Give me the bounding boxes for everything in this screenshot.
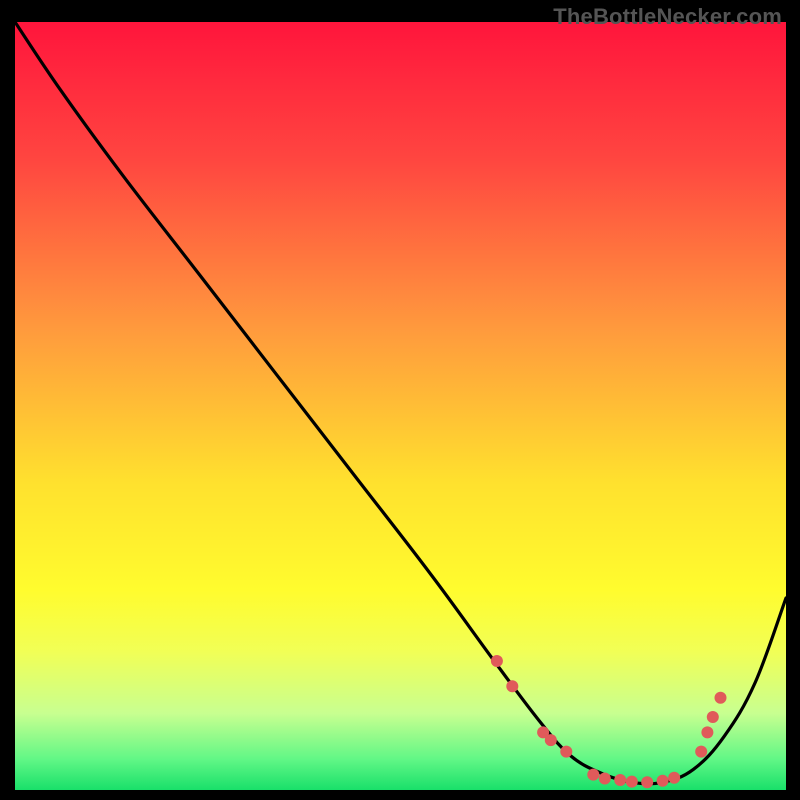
marker-point bbox=[641, 776, 653, 788]
marker-point bbox=[545, 734, 557, 746]
marker-point bbox=[707, 711, 719, 723]
marker-point bbox=[715, 692, 727, 704]
chart-container: TheBottleNecker.com bbox=[0, 0, 800, 800]
bottleneck-chart bbox=[0, 0, 800, 800]
marker-point bbox=[599, 773, 611, 785]
marker-point bbox=[657, 775, 669, 787]
attribution-text: TheBottleNecker.com bbox=[553, 4, 782, 30]
marker-point bbox=[701, 726, 713, 738]
plot-background bbox=[15, 22, 786, 790]
marker-point bbox=[560, 746, 572, 758]
marker-point bbox=[668, 772, 680, 784]
marker-point bbox=[695, 746, 707, 758]
marker-point bbox=[614, 774, 626, 786]
marker-point bbox=[506, 680, 518, 692]
marker-point bbox=[587, 769, 599, 781]
marker-point bbox=[491, 655, 503, 667]
marker-point bbox=[626, 776, 638, 788]
